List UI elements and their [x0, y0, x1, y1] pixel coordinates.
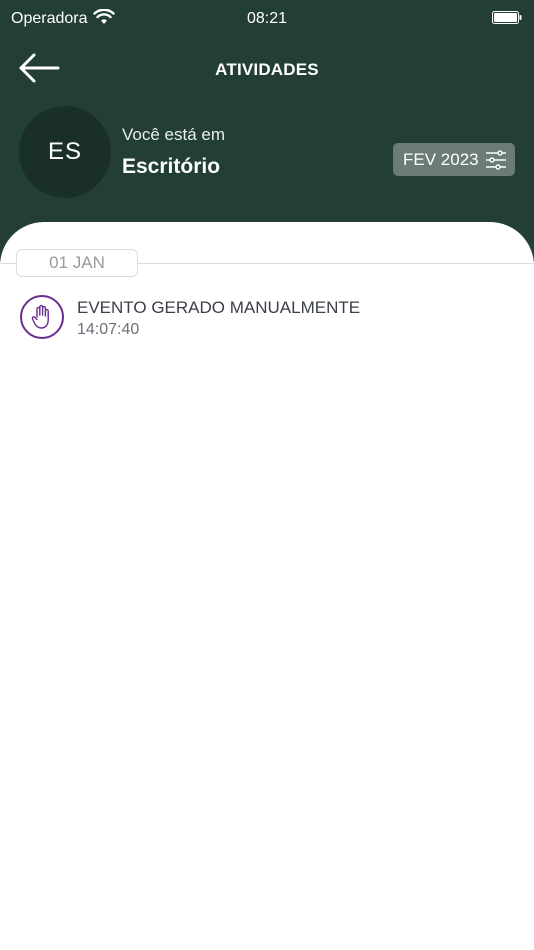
location-name: Escritório [122, 155, 221, 178]
status-bar: Operadora 08:21 [0, 0, 534, 38]
period-filter-button[interactable]: FEV 2023 [393, 143, 515, 176]
event-title: EVENTO GERADO MANUALMENTE [77, 298, 361, 317]
status-time: 08:21 [246, 10, 288, 27]
page-title: ATIVIDADES [215, 60, 319, 79]
period-label: FEV 2023 [403, 149, 479, 169]
battery-icon [492, 11, 522, 24]
event-time: 14:07:40 [77, 321, 140, 338]
sliders-icon [486, 150, 506, 170]
location-avatar: ES [19, 106, 111, 198]
list-item[interactable]: EVENTO GERADO MANUALMENTE 14:07:40 [0, 290, 534, 350]
hand-icon [20, 295, 64, 339]
date-header: 01 JAN [16, 249, 138, 277]
location-label: Você está em [122, 125, 226, 144]
